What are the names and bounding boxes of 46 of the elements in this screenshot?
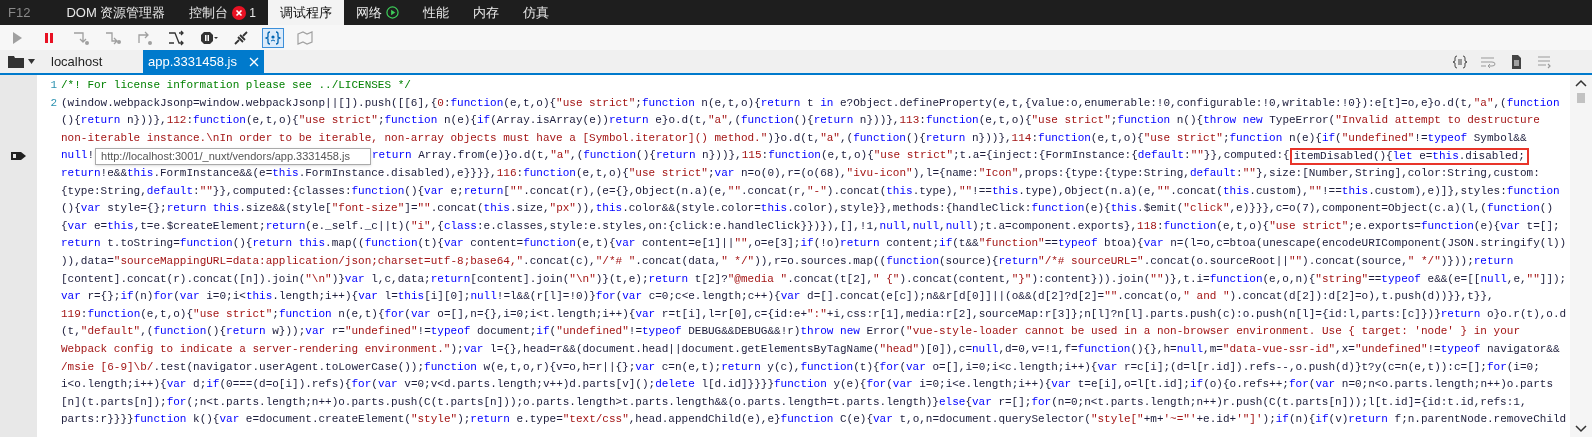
location-label[interactable]: localhost [43, 50, 143, 73]
scrollbar[interactable] [1570, 75, 1592, 437]
tooltip: http://localhost:3001/_nuxt/vendors/app.3331458.js [95, 147, 371, 165]
code-line: [content].concat(r).concat([n]).join("\n")}var l,c,data;return[content].join("\n")}(t,e);return t[2]?"@media ".concat(t[2]," {").concat(content,"}"):content})).join("")},t.i=function(e,o,n){"string"==typeof e&&(e=[[null,e,""]]); [61, 271, 1567, 287]
code-line: (){var style={};return this.size&&(style["font-size"]="".concat(this.size,"px")),this.color&&(style.color=this.color),style}},methods:{handleClick:function(e){this.$emit("click",e)}}},c=o(7),component=Object(c.a)(l,(function() [61, 201, 1553, 217]
devtools-tab[interactable]: 控制台 1 [177, 0, 269, 25]
chevron-up-icon[interactable] [1575, 79, 1587, 87]
file-tab[interactable]: app.3331458.js [143, 50, 264, 73]
line-number: 2 [49, 95, 57, 111]
devtools-tab[interactable]: 仿真 [511, 0, 562, 25]
code-line: 119:function(e,t,o){"use strict";function n(e,t){for(var o=[],n={},i=0;i<t.length;i++){var r=t[i],l=r[0],c={id:e+":"+i,css:r[1],media:r[2],sourceMap:r[3]};n[l]?n[l].parts.push(c):o.push(n[l]={id:l,parts:[c]})}return o}o.r(t),o.d [61, 306, 1567, 322]
code-line: parts:r}}}}function k(){var e=document.createElement("style");return e.type="text/css",head.appendChild(e),e}function C(e){var t,o,n=document.querySelector("style["+m+'~="'+e.id+'"]');if(n){if(v)return f;n.parentNode.removeChild [61, 412, 1567, 428]
scrollbar-thumb[interactable] [1577, 93, 1585, 103]
code-line: /msie [6-9]\b/.test(navigator.userAgent.toLowerCase());function w(e,t,o,r){v=o,h=r||{};var c=n(e,t);return y(c),function(t){for(var o=[],i=0;i<c.length;i++){var r=c[i];(d=l[r.id]).refs--,o.push(d)}t?y(c=n(e,t)):c=[];for(i=0; [61, 359, 1540, 375]
devtools-tab[interactable]: 调试程序 [268, 0, 345, 25]
code-text: null! [61, 148, 94, 164]
devtools-tab[interactable]: 网络 [344, 0, 412, 25]
code-line: i<o.length;i++){var d;if(0===(d=o[i]).refs){for(var v=0;v<d.parts.length;v++)d.parts[v]();delete l[d.id]}}}}function y(e){for(var i=0;i<e.length;i++){var t=e[i],o=l[t.id];if(o){o.refs++;for(var n=0;n<o.parts.length;n++)o.parts [61, 377, 1554, 393]
code-line: non-iterable instance.\nIn order to be iterable, non-array objects must have a [Symbol.iterator]() method.")}o.d(t,"a",(function(){return n}))},114:function(e,t,o){"use strict";function n(e){if("undefined"!=typeof Symbol&& [61, 130, 1527, 146]
line-number: 1 [49, 78, 57, 93]
pretty-print-button[interactable] [262, 27, 284, 48]
chevron-down-icon[interactable] [1575, 425, 1587, 433]
code-line: (){return n}))},112:function(e,t,o){"use strict";function n(e){if(Array.isArray(e))return e}o.d(t,"a",(function(){return n}))},113:function(e,t,o){"use strict";function n(){throw new TypeError("Invalid attempt to destructure [61, 113, 1540, 129]
caret-icon[interactable] [28, 59, 35, 64]
error-icon [232, 5, 247, 20]
code-line: return t.toString=function(){return this.map((function(t){var content=function(e,t){var content=e[1]||"",o=e[3];if(!o)return content;if(t&&"function"==typeof btoa){var n=(l=o,c=btoa(unescape(encodeURIComponent(JSON.stringify(l)) [61, 236, 1567, 252]
close-icon[interactable] [248, 56, 259, 67]
code-line: (window.webpackJsonp=window.webpackJsonp||[]).push([[6],{0:function(e,t,o){"use strict";function n(e,t,o){return t in e?Object.defineProperty(e,t,{value:o,enumerable:!0,configurable:!0,writable:!0}):e[t]=o,e}o.d(t,"a",(function [61, 95, 1560, 111]
braces-list-icon[interactable] [1452, 53, 1468, 70]
code-line: {type:String,default:""}},computed:{classes:function(){var e;return["".concat(r),(e={},Object(n.a)(e,"".concat(r,"-").concat(this.type),""!==this.type),Object(n.a)(e,"".concat(this.custom),""!==this.custom),e)]},styles:function [61, 183, 1560, 199]
devtools-tab[interactable]: DOM 资源管理器 [54, 0, 178, 25]
code-line: var r={};if(n)for(var i=0;i<this.length;i++){var l=this[i][0];null!=l&&(r[l]=!0)}for(var c=0;c<e.length;c++){var d=[].concat(e[c]);n&&r[d[0]]||(o&&(d[2]?d[2]="".concat(o," and ").concat(d[2]):d[2]=o),t.push(d))}},t}}, [61, 289, 1494, 305]
devtools-tab[interactable]: 内存 [461, 0, 512, 25]
folder-icon[interactable] [8, 55, 24, 68]
code-line: return!e&&this.FormInstance&&(e=this.FormInstance.disabled),e}}}},116:function(e,t,o){"use strict";var n=o(0),r=(o(68),"ivu-icon"),l={name:"Icon",props:{type:{type:String,default:""},size:[Number,String],color:String,custom: [61, 165, 1540, 181]
key-label: F12 [7, 3, 32, 22]
code-line: {var e=this,t=e.$createElement;return(e._self._c||t)("i",{class:e.classes,style:e.styles,on:{click:e.handleClick}})}),[],!1,null,null,null);t.a=component.exports},118:function(e,t,o){"use strict";e.exports=function(e){var t=[]; [61, 218, 1560, 234]
code-line: /*! For license information please see ../LICENSES */ [61, 78, 411, 93]
error-count: 1 [232, 3, 257, 22]
code-line: )),data="sourceMappingURL=data:application/json;charset=utf-8;base64,".concat(c),"/*# ".concat(data," */")),r=o.sources.map((function(source){return"/*# sourceURL=".concat(o.sourceRoot||"").concat(source," */")}));return [61, 253, 1514, 269]
code-line: [n](t.parts[n]);for(;n<t.parts.length;n++)o.parts.push(C(t.parts[n]));o.parts.length>t.parts.length&&(o.parts.length=t.parts.length)}else{var r=[];for(n=0;n<t.parts.length;n++)r.push(C(t.parts[n]));l[t.id]={id:t.id,refs:1, [61, 394, 1527, 410]
highlight-box: itemDisabled(){let e=this.disabled; [1289, 147, 1529, 165]
code-line: (t,"default",(function(){return w}));var r="undefined"!=typeof document;if("undefined"!=typeof DEBUG&&DEBUG&&!r)throw new Error("vue-style-loader cannot be used in a non-browser environment. Use { target: 'node' } in your [61, 324, 1520, 340]
code-line: Webpack config to indicate a server-rendering environment.");var l={},head=r&&(document.head||document.getElementsByTagName("head")[0]),c=null,d=0,v=!1,f=function(){},h=null,m="data-vue-ssr-id",x="undefined"!=typeof navigator&& [61, 341, 1560, 357]
code-text: return Array.from(e)}o.d(t,"a",(function(){return n}))},115:function(e,t,o){"use strict";t.a={inject:{FormInstance:{default:""}},computed:{ [372, 148, 1290, 164]
devtools-tab[interactable]: 性能 [411, 0, 462, 25]
